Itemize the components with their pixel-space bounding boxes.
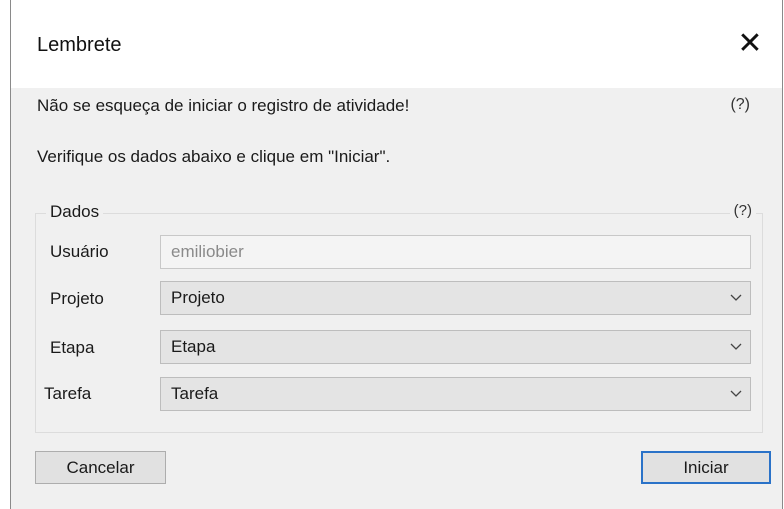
instruction-message: Verifique os dados abaixo e clique em "I…: [37, 147, 391, 166]
groupbox-title: Dados: [46, 202, 104, 222]
chevron-down-icon: [722, 282, 750, 314]
title-bar: Lembrete ✕: [11, 0, 782, 88]
task-select-value: Tarefa: [171, 384, 219, 403]
chevron-down-icon: [722, 331, 750, 363]
stage-select[interactable]: Etapa: [160, 330, 751, 364]
user-field: emiliobier: [160, 235, 751, 269]
user-label: Usuário: [50, 242, 109, 261]
data-groupbox: Dados (?) Usuário emiliobier Projeto Pro…: [35, 202, 763, 433]
dialog-title: Lembrete: [37, 34, 122, 56]
chevron-down-icon: [722, 378, 750, 410]
cancel-button[interactable]: Cancelar: [35, 451, 166, 484]
close-icon: ✕: [737, 27, 763, 60]
help-link-group[interactable]: (?): [729, 202, 756, 219]
start-button[interactable]: Iniciar: [641, 451, 771, 484]
task-select[interactable]: Tarefa: [160, 377, 751, 411]
project-select[interactable]: Projeto: [160, 281, 751, 315]
stage-label: Etapa: [50, 338, 95, 357]
reminder-dialog: Lembrete ✕ Não se esqueça de iniciar o r…: [10, 0, 783, 509]
reminder-message: Não se esqueça de iniciar o registro de …: [37, 96, 410, 115]
project-label: Projeto: [50, 289, 104, 308]
close-button[interactable]: ✕: [734, 28, 766, 60]
task-label: Tarefa: [44, 384, 92, 403]
stage-select-value: Etapa: [171, 337, 216, 356]
project-select-value: Projeto: [171, 288, 225, 307]
help-link-top[interactable]: (?): [730, 96, 750, 114]
